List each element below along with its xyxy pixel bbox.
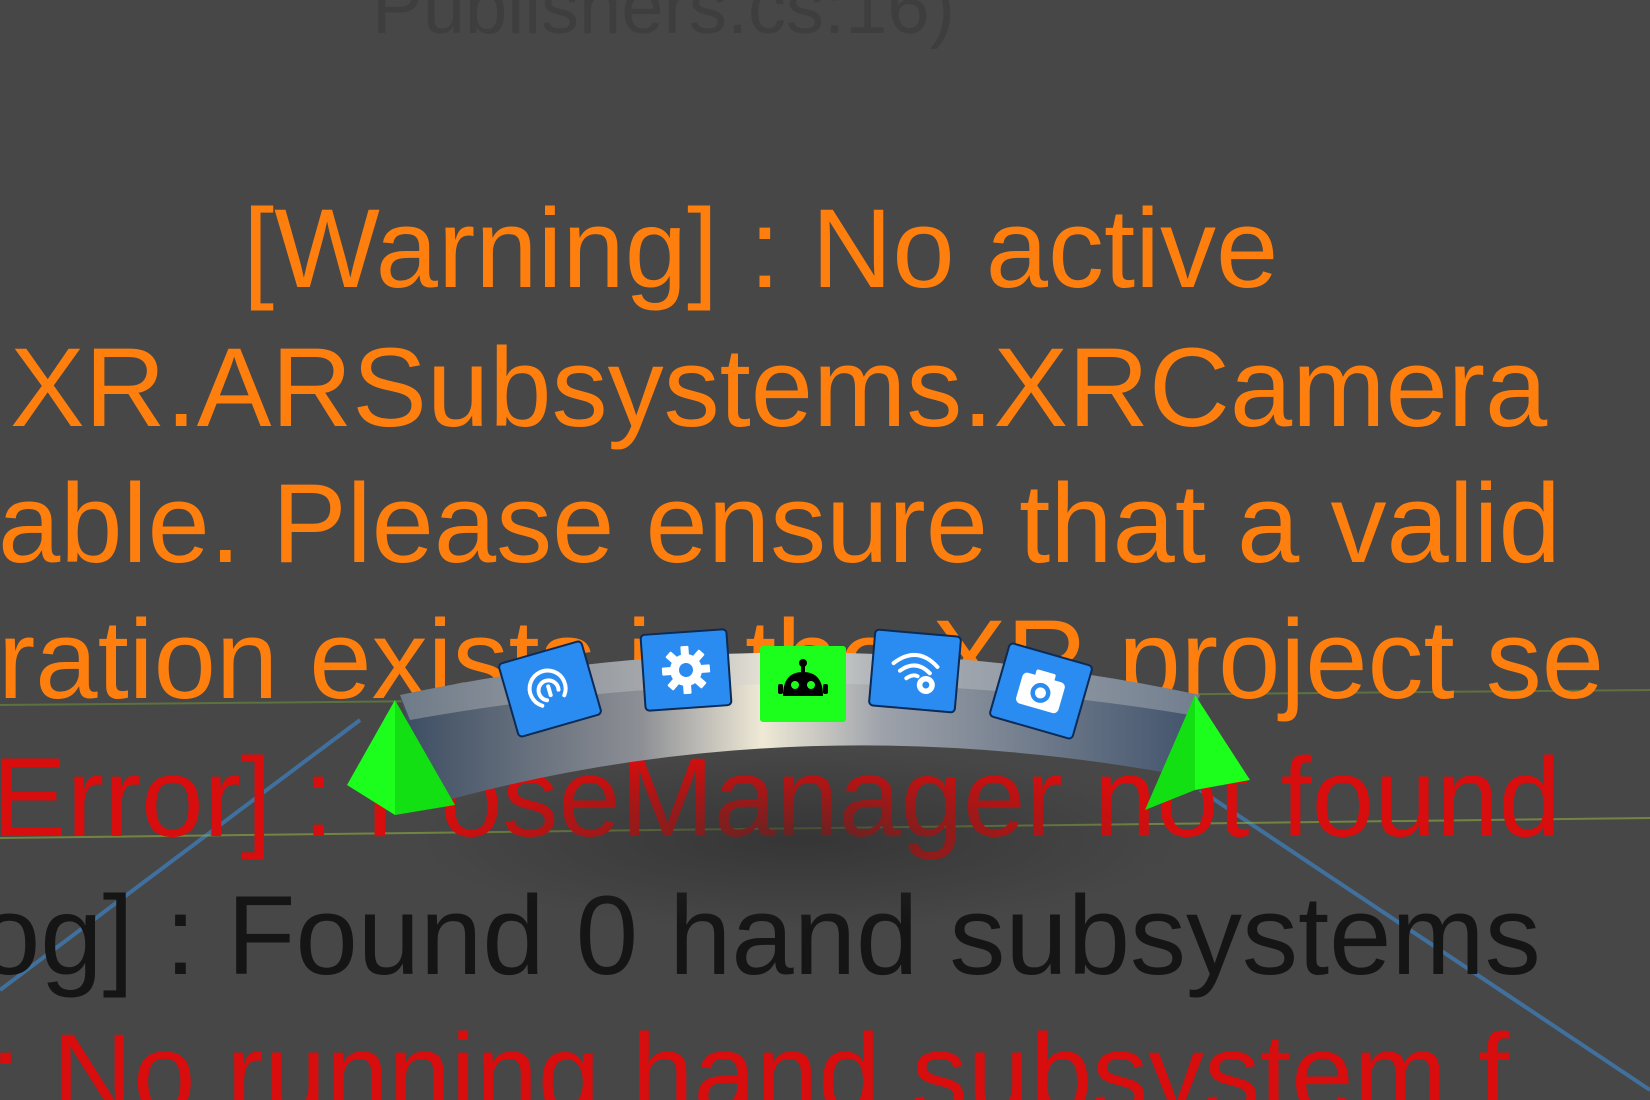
wifi-settings-icon bbox=[891, 653, 940, 694]
hand-menu-arc bbox=[347, 652, 1250, 930]
robot-button[interactable] bbox=[760, 646, 846, 722]
settings-icon bbox=[661, 645, 711, 695]
hand-tracking-icon bbox=[527, 668, 568, 708]
xr-scene: Publishers.cs:16) [Warning] : No active … bbox=[0, 0, 1650, 1100]
wifi-settings-button[interactable] bbox=[869, 630, 961, 712]
settings-button[interactable] bbox=[641, 630, 731, 710]
camera-icon bbox=[1016, 669, 1065, 714]
robot-icon bbox=[778, 659, 828, 696]
